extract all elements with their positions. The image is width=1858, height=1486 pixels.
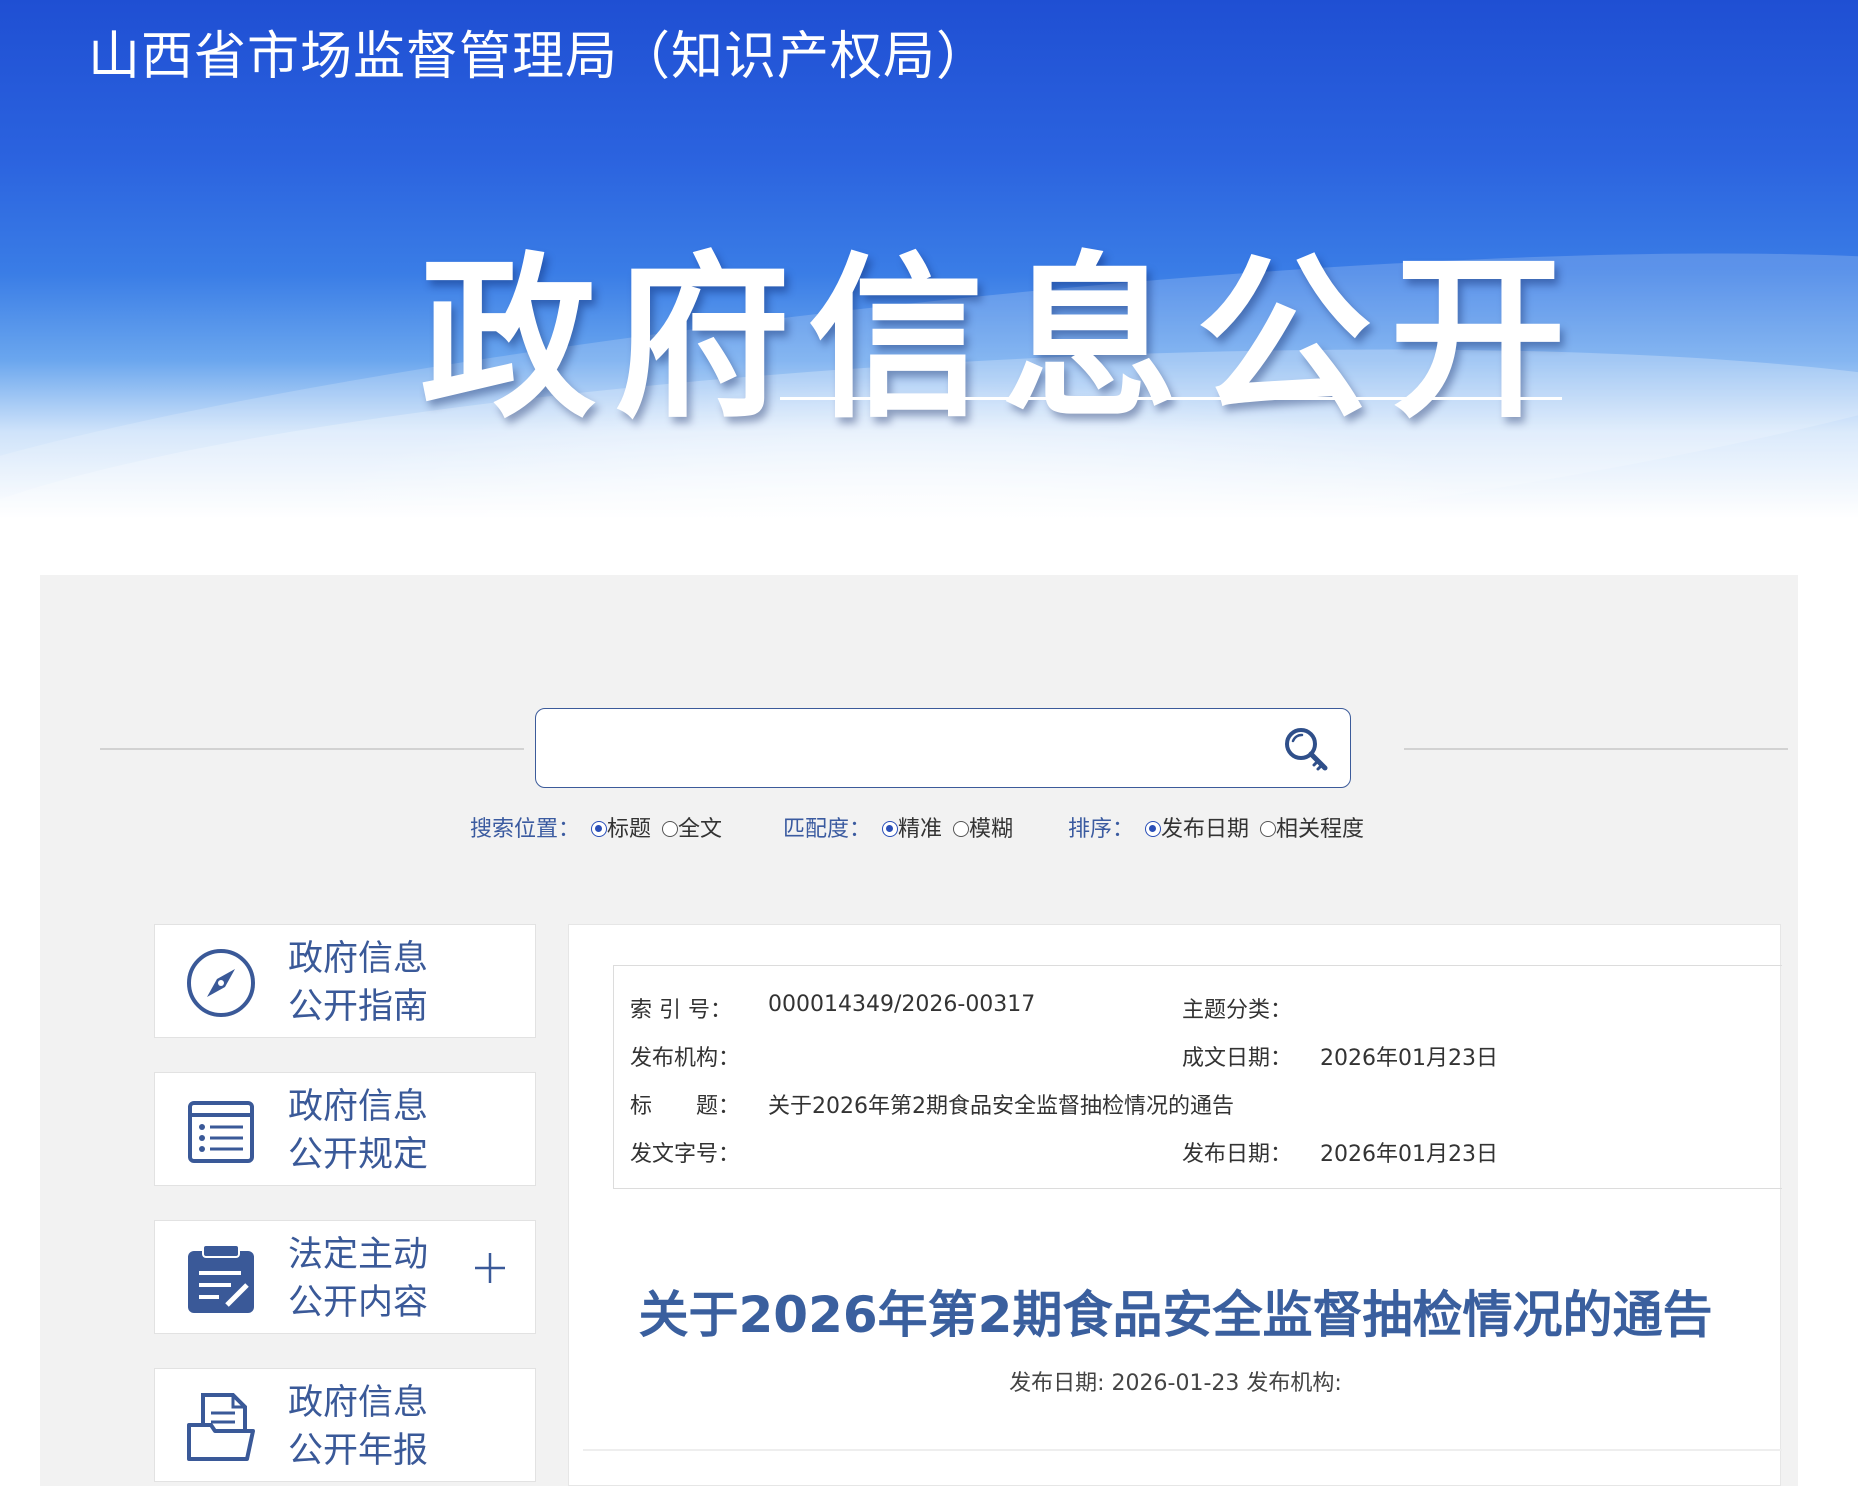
nav-item-label: 政府信息 公开规定 (288, 1083, 448, 1179)
search-scope-label: 搜索位置： (470, 817, 581, 842)
hero-title: 政府信息公开 (420, 237, 1585, 442)
nav-item-label: 政府信息 公开年报 (288, 1379, 448, 1475)
match-label: 匹配度： (783, 817, 872, 842)
meta-row: 发布机构： 成文日期： 2026年01月23日 (614, 1040, 1782, 1071)
meta-row: 发文字号： 发布日期： 2026年01月23日 (614, 1136, 1782, 1167)
divider-line (100, 748, 524, 750)
meta-title-label: 标 题： (630, 1094, 741, 1119)
radio-scope-title[interactable] (591, 821, 608, 837)
nav-item-line: 公开年报 (288, 1431, 429, 1471)
nav-item-label: 政府信息 公开指南 (288, 935, 448, 1031)
meta-title-value: 关于2026年第2期食品安全监督抽检情况的通告 (768, 1094, 1234, 1119)
meta-topic-label: 主题分类： (1182, 998, 1293, 1023)
radio-match-exact-label[interactable]: 精准 (898, 817, 942, 842)
nav-item-line: 法定主动 (288, 1235, 429, 1275)
meta-row: 标 题： 关于2026年第2期食品安全监督抽检情况的通告 (614, 1088, 1782, 1119)
sort-label: 排序： (1068, 817, 1135, 842)
meta-created-value: 2026年01月23日 (1320, 1046, 1498, 1071)
nav-item-line: 政府信息 (288, 939, 429, 979)
radio-sort-relevance[interactable] (1260, 821, 1277, 837)
nav-item-line: 政府信息 (288, 1087, 429, 1127)
nav-item-line: 公开规定 (288, 1135, 429, 1175)
folder-report-icon (187, 1393, 255, 1461)
nav-item-line: 公开指南 (288, 987, 429, 1027)
divider-line (1404, 748, 1788, 750)
nav-item-guide[interactable]: 政府信息 公开指南 (154, 924, 536, 1038)
sort-group: 排序： 发布日期 相关程度 (1068, 811, 1364, 843)
radio-scope-fulltext[interactable] (662, 821, 679, 837)
nav-item-line: 政府信息 (288, 1383, 429, 1423)
content-panel: 搜索位置： 标题 全文 匹配度： 精准 模糊 排序： 发布日期 相关程度 政府信… (40, 575, 1798, 1486)
radio-match-fuzzy[interactable] (953, 821, 970, 837)
nav-item-statutory-content[interactable]: 法定主动 公开内容 (154, 1220, 536, 1334)
site-title[interactable]: 山西省市场监督管理局（知识产权局） (88, 14, 989, 89)
meta-publisher-label: 发布机构： (630, 1046, 741, 1071)
radio-scope-title-label[interactable]: 标题 (607, 817, 651, 842)
expand-plus-icon[interactable] (473, 1251, 507, 1285)
search-input[interactable] (550, 719, 1254, 777)
compass-icon (187, 949, 255, 1017)
nav-item-line: 公开内容 (288, 1283, 429, 1323)
radio-sort-relevance-label[interactable]: 相关程度 (1276, 817, 1364, 842)
document-list-icon (188, 1101, 254, 1163)
nav-item-rules[interactable]: 政府信息 公开规定 (154, 1072, 536, 1186)
search-button[interactable] (1280, 723, 1330, 773)
nav-item-label: 法定主动 公开内容 (288, 1231, 448, 1327)
document-meta-table: 索 引 号： 000014349/2026-00317 主题分类： 发布机构： … (613, 965, 1782, 1189)
radio-match-fuzzy-label[interactable]: 模糊 (969, 817, 1013, 842)
meta-index-label: 索 引 号： (630, 998, 732, 1023)
radio-scope-fulltext-label[interactable]: 全文 (678, 817, 722, 842)
radio-sort-date-label[interactable]: 发布日期 (1161, 817, 1249, 842)
match-group: 匹配度： 精准 模糊 (783, 811, 1013, 843)
meta-row: 索 引 号： 000014349/2026-00317 主题分类： (614, 992, 1782, 1023)
document-content: 索 引 号： 000014349/2026-00317 主题分类： 发布机构： … (568, 924, 1782, 1486)
search-box (535, 708, 1351, 788)
meta-docno-label: 发文字号： (630, 1142, 741, 1167)
clipboard-edit-icon (188, 1244, 254, 1313)
meta-created-label: 成文日期： (1182, 1046, 1293, 1071)
search-scope-group: 搜索位置： 标题 全文 (470, 811, 722, 843)
radio-match-exact[interactable] (882, 821, 899, 837)
meta-index-value: 000014349/2026-00317 (768, 992, 1036, 1017)
document-subline: 发布日期: 2026-01-23 发布机构: (1009, 1371, 1342, 1396)
document-heading: 关于2026年第2期食品安全监督抽检情况的通告 (638, 1286, 1713, 1344)
divider-line (583, 1449, 1782, 1451)
meta-published-value: 2026年01月23日 (1320, 1142, 1498, 1167)
radio-sort-date[interactable] (1145, 821, 1162, 837)
nav-item-annual-report[interactable]: 政府信息 公开年报 (154, 1368, 536, 1482)
search-key-icon (1285, 728, 1328, 771)
hero-underline (780, 397, 1562, 400)
meta-published-label: 发布日期： (1182, 1142, 1293, 1167)
